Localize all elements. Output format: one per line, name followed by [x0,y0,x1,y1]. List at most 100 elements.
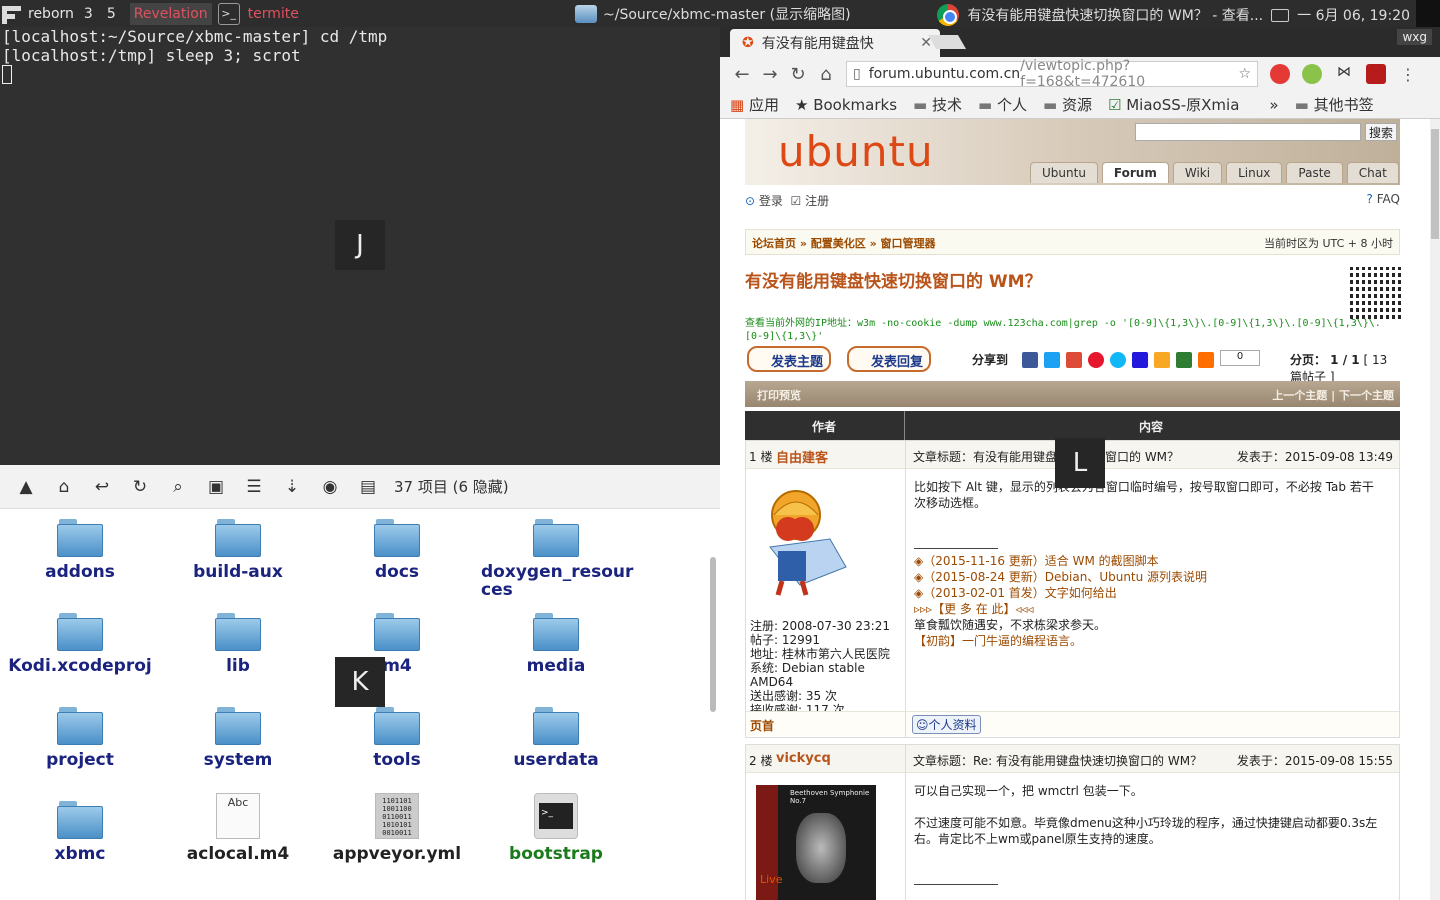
folder-item[interactable]: system [158,707,318,769]
site-search-input[interactable] [1135,123,1361,141]
profile-badge[interactable]: wxg [1397,29,1432,45]
post-author[interactable]: 自由建客 [776,447,828,466]
keyboard-icon[interactable] [1271,8,1290,22]
post-author[interactable]: vickycq [776,751,831,766]
bookmark-miaoss[interactable]: ☑ MiaoSS-原Xmia [1108,94,1239,115]
post-subject[interactable]: 文章标题：Re: 有没有能用键盘快速切换窗口的 WM？ [913,752,1202,769]
workspace-reborn[interactable]: reborn [28,6,74,22]
folder-item[interactable]: addons [0,519,160,581]
window-hint-j[interactable]: J [335,220,385,270]
facebook-icon[interactable] [1022,352,1038,368]
douban-icon[interactable] [1176,352,1192,368]
sig-link-1[interactable]: ◈（2015-11-16 更新）适合 WM 的截图脚本 [914,553,1384,569]
file-item[interactable]: >_ bootstrap [476,793,636,863]
login-link[interactable]: 登录 [759,194,783,208]
twitter-icon[interactable] [1044,352,1060,368]
folder-item[interactable]: Kodi.xcodeproj [0,613,160,675]
taskbar-termite[interactable]: termite [248,6,299,22]
sig-link-2[interactable]: ◈（2015-08-24 更新）Debian、Ubuntu 源列表说明 [914,569,1384,585]
bookmarks-more[interactable]: » [1269,96,1278,114]
home-icon[interactable]: ⌂ [50,473,78,501]
qq-icon[interactable] [1110,352,1126,368]
new-topic-button[interactable]: 发表主题 [747,346,832,372]
folder-item[interactable]: tools [317,707,477,769]
file-name: doxygen_resources [481,562,634,600]
reply-button[interactable]: 发表回复 [847,346,932,372]
site-search-button[interactable]: 搜索 [1365,123,1397,141]
workspace-5[interactable]: 5 [107,6,116,22]
executable-icon-label: >_ [539,803,573,829]
top-link[interactable]: 页首 [750,717,774,734]
taskbar-filemanager[interactable]: ~/Source/xbmc-master (显示缩略图) [575,4,851,24]
up-arrow-icon[interactable]: ▲ [12,473,40,501]
back-arrow-icon[interactable]: ← [728,64,756,85]
register-link[interactable]: 注册 [805,194,829,208]
tab-forum[interactable]: ✪ 有没有能用键盘快 ✕ [730,29,940,57]
site-tab-linux[interactable]: Linux [1226,162,1283,183]
home-icon[interactable]: ⌂ [812,64,840,85]
bookmark-apps[interactable]: ▦ 应用 [730,94,779,115]
weibo-icon[interactable] [1088,352,1104,368]
profile-button[interactable]: ☺个人资料 [912,715,981,734]
sort-icon[interactable]: ⇣ [278,473,306,501]
bookmark-resources[interactable]: ▬ 资源 [1043,94,1092,115]
fm-scrollbar[interactable] [710,557,716,712]
reload-icon[interactable]: ↻ [784,64,812,85]
baidu-icon[interactable] [1132,352,1148,368]
bookmark-other[interactable]: ▬ 其他书签 [1295,94,1374,115]
bookmark-tech[interactable]: ▬ 技术 [913,94,962,115]
workspace-3[interactable]: 3 [84,6,93,22]
forward-arrow-icon[interactable]: → [756,64,784,85]
zoom-icon[interactable]: ⌕ [164,473,192,501]
prev-next-links[interactable]: 上一个主题 | 下一个主题 [1272,387,1394,403]
site-tab-wiki[interactable]: Wiki [1172,162,1223,183]
eye-icon[interactable]: ◉ [316,473,344,501]
workspace-revelation[interactable]: Revelation [129,2,212,25]
extension-red-icon[interactable] [1270,64,1290,84]
ubuntu-logo[interactable]: ubuntu [778,127,934,176]
extension-green-icon[interactable] [1302,64,1322,84]
window-hint-l[interactable]: L [1055,438,1105,488]
taskbar-browser-title[interactable]: 有没有能用键盘快速切换窗口的 WM？ - 查看... [967,5,1263,25]
bookmark-personal[interactable]: ▬ 个人 [978,94,1027,115]
print-link[interactable]: 打印预览 [757,389,801,402]
topic-title[interactable]: 有没有能用键盘快速切换窗口的 WM？ [745,267,1042,292]
refresh-icon[interactable]: ↻ [126,473,154,501]
file-item[interactable]: 1101101 1001100 0110011 1010101 0010011 a… [317,793,477,863]
folder-item[interactable]: xbmc [0,801,160,863]
sig-link-3[interactable]: ◈（2013-02-01 首发）文字如何给出 [914,585,1384,601]
sig-link-lang[interactable]: 【初韵】一门牛逼的编程语言。 [914,633,1384,649]
more-share-icon[interactable] [1198,352,1214,368]
sig-link-more[interactable]: ▹▹▹【更 多 在 此】◃◃◃ [914,601,1384,617]
site-tab-paste[interactable]: Paste [1286,162,1343,183]
googleplus-icon[interactable] [1066,352,1082,368]
extension-bow-icon[interactable]: ⋈ [1334,64,1354,84]
folder-icon [533,707,579,745]
folder-item[interactable]: build-aux [158,519,318,581]
site-tab-chat[interactable]: Chat [1346,162,1399,183]
faq-link[interactable]: FAQ [1377,192,1400,206]
folder-item[interactable]: userdata [476,707,636,769]
menu-icon[interactable]: ⋮ [1400,65,1416,84]
thumbnail-icon[interactable]: ▣ [202,473,230,501]
post-subject[interactable]: 文章标题：有没有能用键盘快速切换窗口的 WM？ [913,448,1179,465]
folder-item[interactable]: lib [158,613,318,675]
window-hint-k[interactable]: K [335,657,385,707]
file-item[interactable]: Abc aclocal.m4 [158,793,318,863]
breadcrumb-links[interactable]: 论坛首页 » 配置美化区 » 窗口管理器 [752,237,936,250]
site-tab-ubuntu[interactable]: Ubuntu [1030,162,1098,183]
star-icon[interactable]: ☆ [1238,66,1251,82]
folder-item[interactable]: docs [317,519,477,581]
folder-item[interactable]: media [476,613,636,675]
detail-view-icon[interactable]: ▤ [354,473,382,501]
list-view-icon[interactable]: ☰ [240,473,268,501]
site-tab-forum[interactable]: Forum [1101,162,1169,183]
address-bar[interactable]: ▯ forum.ubuntu.com.cn/viewtopic.php?f=16… [846,58,1258,90]
page-scrollbar[interactable] [1430,119,1440,900]
folder-item[interactable]: doxygen_resources [476,519,636,599]
bookmark-bookmarks[interactable]: ★ Bookmarks [795,96,897,114]
folder-item[interactable]: project [0,707,160,769]
star-share-icon[interactable] [1154,352,1170,368]
back-icon[interactable]: ↩ [88,473,116,501]
extension-shield-icon[interactable] [1366,64,1386,84]
